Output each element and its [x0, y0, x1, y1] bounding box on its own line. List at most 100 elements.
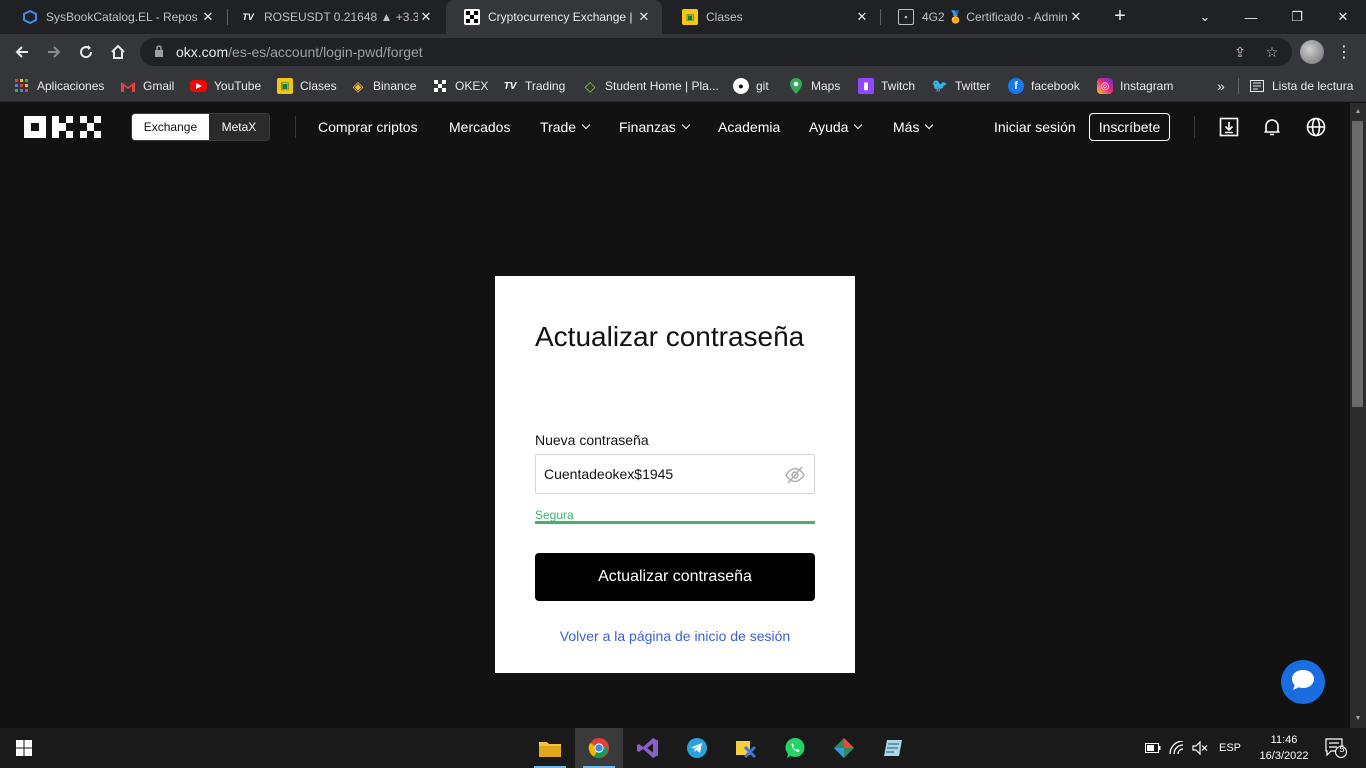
battery-icon[interactable]: [1142, 728, 1164, 768]
bookmark-okex[interactable]: OKEX: [432, 76, 488, 96]
bookmark-binance[interactable]: ◈ Binance: [350, 76, 417, 96]
bookmarks-bar: Aplicaciones Gmail YouTube ▣ Clases ◈ Bi…: [0, 70, 1366, 102]
bookmark-trading[interactable]: TV Trading: [502, 76, 566, 96]
clock-date: 16/3/2022: [1259, 750, 1309, 762]
close-tab-icon[interactable]: ✕: [636, 9, 652, 25]
tab-clases[interactable]: ▣ Clases ✕: [664, 0, 880, 34]
scrollbar-thumb[interactable]: [1352, 121, 1363, 407]
eye-slash-icon[interactable]: [784, 464, 806, 486]
address-bar[interactable]: okx.com/es-es/account/login-pwd/forget: [140, 38, 1292, 66]
close-tab-icon[interactable]: ✕: [418, 9, 434, 25]
nav-more[interactable]: Más: [893, 103, 934, 151]
tab-title: SysBookCatalog.EL - Repos: [46, 10, 198, 24]
language-indicator[interactable]: ESP: [1214, 728, 1246, 768]
reload-icon[interactable]: [72, 38, 100, 66]
tab-search-icon[interactable]: ⌄: [1182, 0, 1228, 34]
support-chat-button[interactable]: [1281, 660, 1325, 704]
wifi-icon[interactable]: [1166, 728, 1188, 768]
forward-arrow-icon[interactable]: [40, 38, 68, 66]
download-icon[interactable]: [1217, 115, 1241, 139]
visual-studio-icon[interactable]: [624, 728, 672, 768]
bookmark-apps[interactable]: Aplicaciones: [14, 76, 104, 96]
bookmark-youtube[interactable]: YouTube: [190, 76, 261, 96]
bookmark-twitter[interactable]: 🐦 Twitter: [932, 76, 990, 96]
header-divider: [295, 116, 296, 138]
chevron-down-icon: [581, 120, 591, 130]
scroll-down-arrow-icon[interactable]: ▼: [1350, 712, 1366, 726]
okx-header: Exchange MetaX Comprar criptos Mercados …: [0, 103, 1350, 151]
tab-sysbookcatalog[interactable]: SysBookCatalog.EL - Repos ✕: [4, 0, 226, 34]
close-tab-icon[interactable]: ✕: [200, 9, 216, 25]
windows-start-icon[interactable]: [0, 728, 48, 768]
bookmark-git[interactable]: ● git: [733, 76, 769, 96]
restore-button[interactable]: ❐: [1274, 0, 1320, 34]
telegram-icon[interactable]: [673, 728, 721, 768]
git-kraken-icon[interactable]: [820, 728, 868, 768]
tab-okx[interactable]: Cryptocurrency Exchange | Bi ✕: [446, 0, 662, 34]
new-password-label: Nueva contraseña: [535, 432, 649, 448]
new-tab-button[interactable]: +: [1108, 4, 1132, 28]
youtube-icon: [190, 80, 207, 92]
bookmark-instagram[interactable]: ◎ Instagram: [1097, 76, 1173, 96]
nav-academy[interactable]: Academia: [718, 103, 780, 151]
update-password-button[interactable]: Actualizar contraseña: [535, 553, 815, 601]
bookmark-maps[interactable]: Maps: [788, 76, 840, 96]
minimize-button[interactable]: —: [1228, 0, 1274, 34]
scroll-up-arrow-icon[interactable]: ▲: [1350, 105, 1366, 119]
speaker-muted-icon[interactable]: [1188, 728, 1212, 768]
bookmark-clases[interactable]: ▣ Clases: [277, 76, 337, 96]
nav-finance[interactable]: Finanzas: [619, 103, 691, 151]
profile-avatar[interactable]: [1300, 40, 1324, 64]
notes-icon[interactable]: [869, 728, 917, 768]
back-to-login-link[interactable]: Volver a la página de inicio de sesión: [495, 628, 855, 644]
tradingview-icon: TV: [242, 12, 254, 22]
signup-button[interactable]: Inscríbete: [1089, 113, 1170, 141]
file-explorer-icon[interactable]: [526, 728, 574, 768]
system-clock[interactable]: 11:46 16/3/2022: [1254, 732, 1314, 764]
close-tab-icon[interactable]: ✕: [854, 9, 870, 25]
bookmarks-overflow-icon[interactable]: »: [1217, 76, 1225, 96]
reading-list-icon: [1249, 78, 1265, 94]
nav-markets[interactable]: Mercados: [449, 103, 510, 151]
tab-certificado[interactable]: ▪ 4G2 🏅 Certificado - Adminis ✕: [880, 0, 1094, 34]
whatsapp-icon[interactable]: [771, 728, 819, 768]
bookmark-gmail[interactable]: Gmail: [120, 76, 174, 96]
azure-devops-icon: [22, 9, 38, 25]
new-password-input[interactable]: Cuentadeokex$1945: [535, 454, 815, 494]
tab-roseusdt[interactable]: TV ROSEUSDT 0.21648 ▲ +3.38% ✕: [222, 0, 444, 34]
url-host: okx.com: [176, 44, 229, 60]
browser-tab-strip: SysBookCatalog.EL - Repos ✕ TV ROSEUSDT …: [0, 0, 1366, 34]
okx-logo[interactable]: [24, 116, 104, 138]
close-tab-icon[interactable]: ✕: [1068, 9, 1084, 25]
exchange-toggle[interactable]: Exchange: [132, 114, 209, 140]
bookmark-label: Student Home | Pla...: [605, 79, 719, 93]
share-icon[interactable]: ⇪: [1228, 38, 1252, 66]
metax-toggle[interactable]: MetaX: [208, 114, 269, 140]
login-link[interactable]: Iniciar sesión: [994, 103, 1076, 151]
tab-title: Clases: [706, 10, 743, 24]
close-window-button[interactable]: ✕: [1320, 0, 1366, 34]
back-arrow-icon[interactable]: [8, 38, 36, 66]
url-path: /es-es/account/login-pwd/forget: [228, 44, 423, 60]
browser-menu-icon[interactable]: ⋮: [1334, 34, 1354, 70]
chat-bubble-icon: [1290, 668, 1316, 697]
bookmark-facebook[interactable]: f facebook: [1008, 76, 1080, 96]
nav-trade[interactable]: Trade: [540, 103, 591, 151]
bookmark-twitch[interactable]: ▮ Twitch: [858, 76, 915, 96]
nav-help[interactable]: Ayuda: [809, 103, 863, 151]
notification-center-icon[interactable]: 5: [1318, 728, 1354, 768]
bookmark-student-home[interactable]: ◇ Student Home | Pla...: [582, 76, 719, 96]
facebook-icon: f: [1008, 78, 1024, 94]
twitch-icon: ▮: [858, 78, 874, 94]
maps-icon: [788, 78, 804, 94]
reading-list-button[interactable]: Lista de lectura: [1249, 76, 1353, 96]
page-scrollbar[interactable]: ▲ ▼: [1350, 103, 1366, 728]
nav-buy-crypto[interactable]: Comprar criptos: [318, 103, 418, 151]
bookmark-star-icon[interactable]: ☆: [1260, 38, 1284, 66]
clock-time: 11:46: [1270, 734, 1298, 746]
bell-icon[interactable]: [1260, 115, 1284, 139]
globe-icon[interactable]: [1304, 115, 1328, 139]
home-icon[interactable]: [104, 38, 132, 66]
chrome-icon[interactable]: [575, 728, 623, 768]
git-extensions-icon[interactable]: [722, 728, 770, 768]
